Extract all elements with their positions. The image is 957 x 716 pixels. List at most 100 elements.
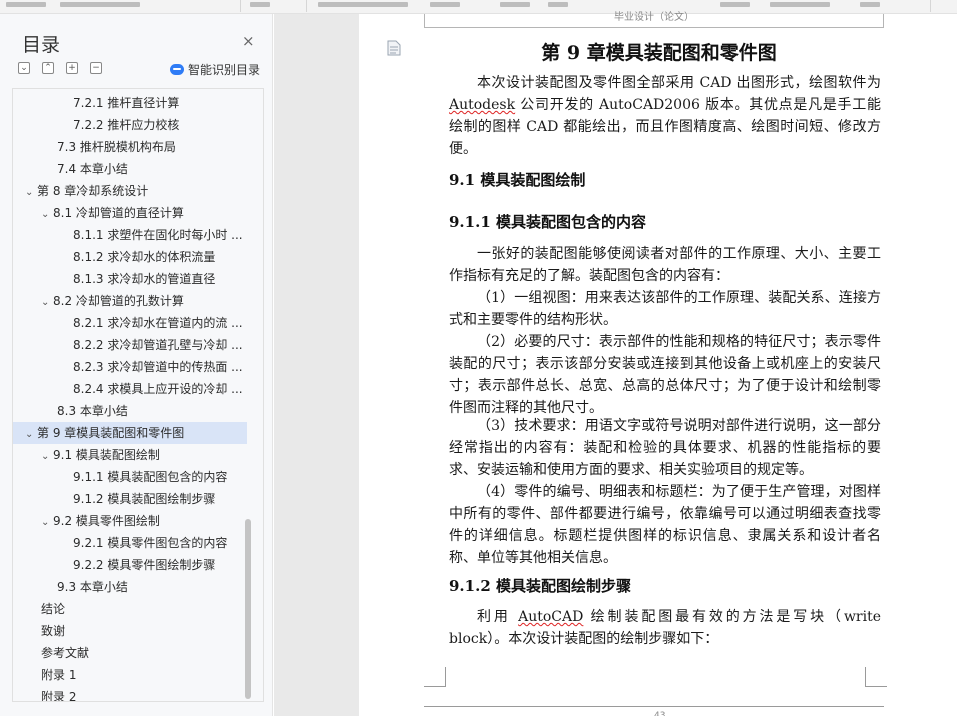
toc-item-label: 8.2 冷却管道的孔数计算 xyxy=(53,294,184,308)
toc-title: 目录 xyxy=(22,34,61,56)
toc-item[interactable]: 结论 xyxy=(13,598,247,620)
toolbar-item[interactable] xyxy=(860,2,880,7)
toolbar-item[interactable] xyxy=(250,2,270,7)
toc-item[interactable]: 附录 1 xyxy=(13,664,247,686)
heading-9-1-2: 9.1.2 模具装配图绘制步骤 xyxy=(449,577,631,595)
toc-item-label: 8.2.3 求冷却管道中的传热面 ... xyxy=(73,360,243,374)
toc-item[interactable]: 9.2.2 模具零件图绘制步骤 xyxy=(13,554,247,576)
close-icon[interactable]: × xyxy=(242,32,255,50)
toc-item[interactable]: ⌄ 第 9 章模具装配图和零件图 xyxy=(13,422,247,444)
toc-item[interactable]: 8.2.1 求冷却水在管道内的流 ... xyxy=(13,312,247,334)
toc-item-label: 9.1 模具装配图绘制 xyxy=(53,448,160,462)
toc-item[interactable]: ⌄ 第 8 章冷却系统设计 xyxy=(13,180,247,202)
toolbar-item[interactable] xyxy=(318,2,408,7)
toolbar-item[interactable] xyxy=(60,2,140,7)
toolbar-item[interactable] xyxy=(548,2,568,7)
toc-item[interactable]: 8.2.3 求冷却管道中的传热面 ... xyxy=(13,356,247,378)
footer-line xyxy=(424,706,884,707)
toc-item-label: 7.3 推杆脱模机构布局 xyxy=(57,140,176,154)
toc-item-label: 9.1.2 模具装配图绘制步骤 xyxy=(73,492,216,506)
toc-item[interactable]: 8.3 本章小结 xyxy=(13,400,247,422)
toc-item-label: 8.2.4 求模具上应开设的冷却 ... xyxy=(73,382,243,396)
heading-9-1-1: 9.1.1 模具装配图包含的内容 xyxy=(449,213,646,231)
intro-paragraph: 本次设计装配图及零件图全部采用 CAD 出图形式，绘图软件为 Autodesk … xyxy=(449,72,881,160)
toc-item[interactable]: 9.1.1 模具装配图包含的内容 xyxy=(13,466,247,488)
toc-item-label: 8.2.1 求冷却水在管道内的流 ... xyxy=(73,316,243,330)
chevron-down-icon[interactable]: ⌄ xyxy=(41,512,53,532)
p6-pre: 利用 xyxy=(477,609,519,625)
toolbar-item[interactable] xyxy=(720,2,750,7)
collapse-all-icon[interactable]: ⌃ xyxy=(42,62,54,74)
toc-item[interactable]: 致谢 xyxy=(13,620,247,642)
toolbar-item[interactable] xyxy=(770,2,830,7)
intro-pre: 本次设计装配图及零件图全部采用 CAD 出图形式，绘图软件为 xyxy=(477,75,881,91)
page-header-text: 毕业设计（论文） xyxy=(614,12,694,23)
paragraph-6: 利用 AutoCAD 绘制装配图最有效的方法是写块（write block）。本… xyxy=(449,606,881,650)
toc-item-label: 8.1.1 求塑件在固化时每小时 ... xyxy=(73,228,243,242)
add-heading-icon[interactable]: + xyxy=(66,62,78,74)
toc-item-label: 9.2 模具零件图绘制 xyxy=(53,514,160,528)
toc-item[interactable]: 7.2.2 推杆应力校核 xyxy=(13,114,247,136)
toc-item[interactable]: 参考文献 xyxy=(13,642,247,664)
toc-item-label: 7.2.1 推杆直径计算 xyxy=(73,96,180,110)
ai-icon xyxy=(170,64,184,75)
toc-item[interactable]: 8.2.2 求冷却管道孔壁与冷却 ... xyxy=(13,334,247,356)
page-number: 43 xyxy=(654,711,666,716)
expand-all-icon[interactable]: ⌄ xyxy=(18,62,30,74)
toc-item[interactable]: 9.1.2 模具装配图绘制步骤 xyxy=(13,488,247,510)
heading-9-1: 9.1 模具装配图绘制 xyxy=(449,171,586,189)
toc-item[interactable]: ⌄ 9.1 模具装配图绘制 xyxy=(13,444,247,466)
page-layout-icon[interactable] xyxy=(387,40,401,56)
toc-item[interactable]: ⌄ 8.2 冷却管道的孔数计算 xyxy=(13,290,247,312)
toc-item-label: 附录 1 xyxy=(41,668,77,682)
toc-item[interactable]: 8.1.2 求冷却水的体积流量 xyxy=(13,246,247,268)
toc-item[interactable]: 9.3 本章小结 xyxy=(13,576,247,598)
toc-item-label: 8.1.3 求冷却水的管道直径 xyxy=(73,272,216,286)
toc-item[interactable]: 9.2.1 模具零件图包含的内容 xyxy=(13,532,247,554)
toc-item-label: 致谢 xyxy=(41,624,66,638)
paragraph-3: （2）必要的尺寸：表示部件的性能和规格的特征尺寸；表示零件装配的尺寸；表示该部分… xyxy=(449,334,881,416)
smart-toc-label: 智能识别目录 xyxy=(188,63,261,77)
toolbar-item[interactable] xyxy=(430,2,460,7)
toc-item[interactable]: 7.2.1 推杆直径计算 xyxy=(13,92,247,114)
toc-item[interactable]: 8.1.3 求冷却水的管道直径 xyxy=(13,268,247,290)
toc-item-label: 8.1 冷却管道的直径计算 xyxy=(53,206,184,220)
toc-item-label: 附录 2 xyxy=(41,690,77,702)
smart-toc-button[interactable]: 智能识别目录 xyxy=(170,61,260,78)
toc-item-label: 第 9 章模具装配图和零件图 xyxy=(37,426,185,440)
margin-corner-bottom-right xyxy=(865,667,887,687)
remove-heading-icon[interactable]: − xyxy=(90,62,102,74)
chevron-down-icon[interactable]: ⌄ xyxy=(25,424,37,444)
toc-item[interactable]: ⌄ 9.2 模具零件图绘制 xyxy=(13,510,247,532)
toc-item[interactable]: ⌄ 8.1 冷却管道的直径计算 xyxy=(13,202,247,224)
margin-corner-bottom-left xyxy=(424,667,446,687)
toc-item-label: 9.2.1 模具零件图包含的内容 xyxy=(73,536,228,550)
toc-scrollbar[interactable] xyxy=(245,519,251,699)
toc-panel: 目录 × ⌄ ⌃ + − 智能识别目录 7.2.1 推杆直径计算 7.2.2 推杆… xyxy=(0,14,273,716)
p6-brand: AutoCAD xyxy=(518,609,584,625)
toc-item-label: 9.1.1 模具装配图包含的内容 xyxy=(73,470,228,484)
toc-item-label: 第 8 章冷却系统设计 xyxy=(37,184,149,198)
paragraph-1: 一张好的装配图能够使阅读者对部件的工作原理、大小、主要工作指标有充足的了解。装配… xyxy=(449,246,881,284)
toolbar-item[interactable] xyxy=(500,2,530,7)
chevron-down-icon[interactable]: ⌄ xyxy=(25,182,37,202)
toc-item[interactable]: 附录 2 xyxy=(13,686,247,702)
paragraph-5: （4）零件的编号、明细表和标题栏：为了便于生产管理，对图样中所有的零件、部件都要… xyxy=(449,484,881,566)
chevron-down-icon[interactable]: ⌄ xyxy=(41,204,53,224)
intro-brand: Autodesk xyxy=(449,97,516,113)
chapter-title: 第 9 章模具装配图和零件图 xyxy=(541,42,777,64)
chevron-down-icon[interactable]: ⌄ xyxy=(41,446,53,466)
toolbar-divider xyxy=(306,0,307,12)
chevron-down-icon[interactable]: ⌄ xyxy=(41,292,53,312)
toc-item[interactable]: 7.4 本章小结 xyxy=(13,158,247,180)
toc-item[interactable]: 7.3 推杆脱模机构布局 xyxy=(13,136,247,158)
toc-item-label: 参考文献 xyxy=(41,646,90,660)
toolbar-divider xyxy=(930,0,931,12)
document-area: 毕业设计（论文） 第 9 章模具装配图和零件图 本次设计装配图及零件图全部采用 … xyxy=(274,12,957,716)
toc-item-label: 9.3 本章小结 xyxy=(57,580,128,594)
toc-item-label: 8.2.2 求冷却管道孔壁与冷却 ... xyxy=(73,338,243,352)
toc-item[interactable]: 8.2.4 求模具上应开设的冷却 ... xyxy=(13,378,247,400)
top-toolbar xyxy=(0,0,957,14)
toolbar-item[interactable] xyxy=(6,2,46,7)
toc-item[interactable]: 8.1.1 求塑件在固化时每小时 ... xyxy=(13,224,247,246)
